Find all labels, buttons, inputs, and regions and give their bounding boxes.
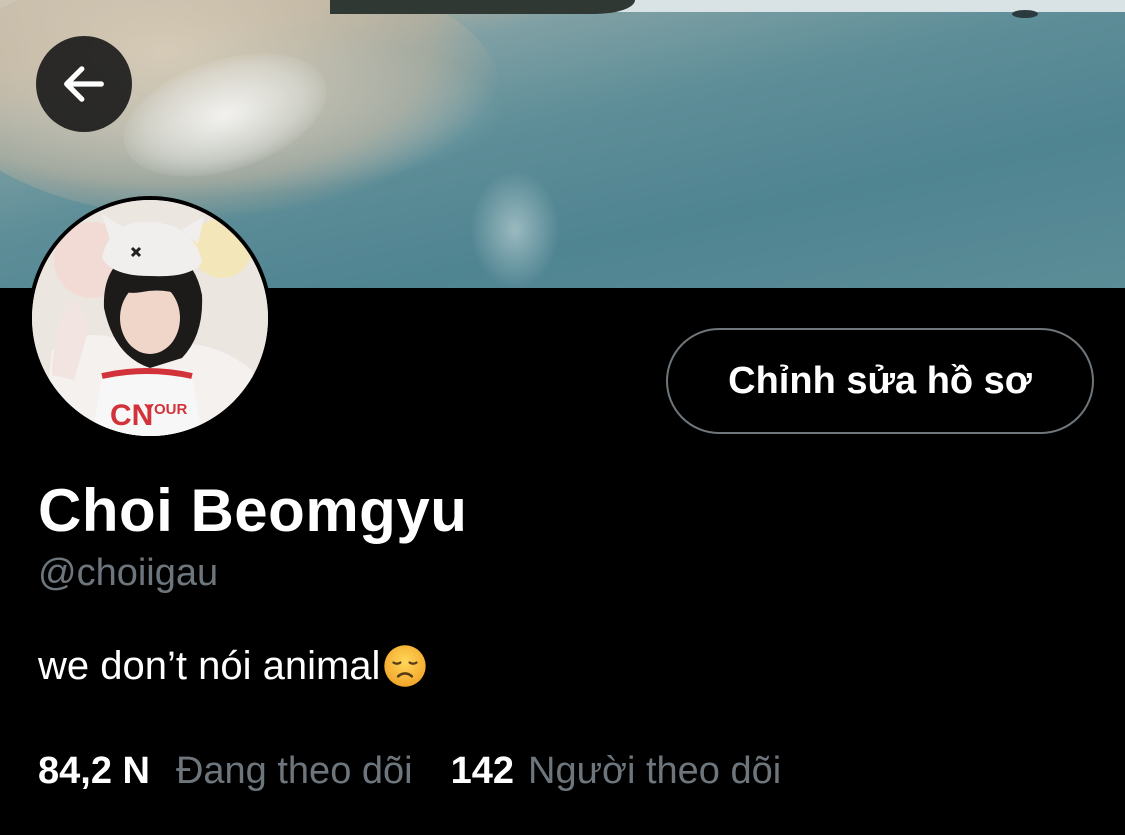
arrow-left-icon [64,66,104,102]
avatar[interactable]: CN YOUR [28,196,272,440]
profile-bio: we don’t nói animal [38,643,428,689]
banner-rock [1012,10,1038,18]
bio-text: we don’t nói animal [38,643,381,688]
followers-count: 142 [450,750,515,792]
profile-stats: 84,2 N Đang theo dõi 142 Người theo dõi [38,750,781,793]
followers-stat[interactable]: 142 Người theo dõi [451,750,782,793]
disappointed-face-icon [384,645,427,687]
svg-text:YOUR: YOUR [144,401,188,418]
user-handle: @choiigau [38,552,219,594]
following-stat[interactable]: 84,2 N Đang theo dõi [38,750,413,793]
following-count: 84,2 N [38,750,150,792]
edit-profile-button[interactable]: Chỉnh sửa hồ sơ [666,328,1094,434]
following-label: Đang theo dõi [175,750,413,792]
display-name: Choi Beomgyu [38,477,468,544]
banner-wave-foam [470,170,560,288]
avatar-photo: CN YOUR [32,200,268,436]
followers-label: Người theo dõi [528,750,782,792]
back-button[interactable] [36,36,132,132]
banner-cliff [330,0,635,14]
